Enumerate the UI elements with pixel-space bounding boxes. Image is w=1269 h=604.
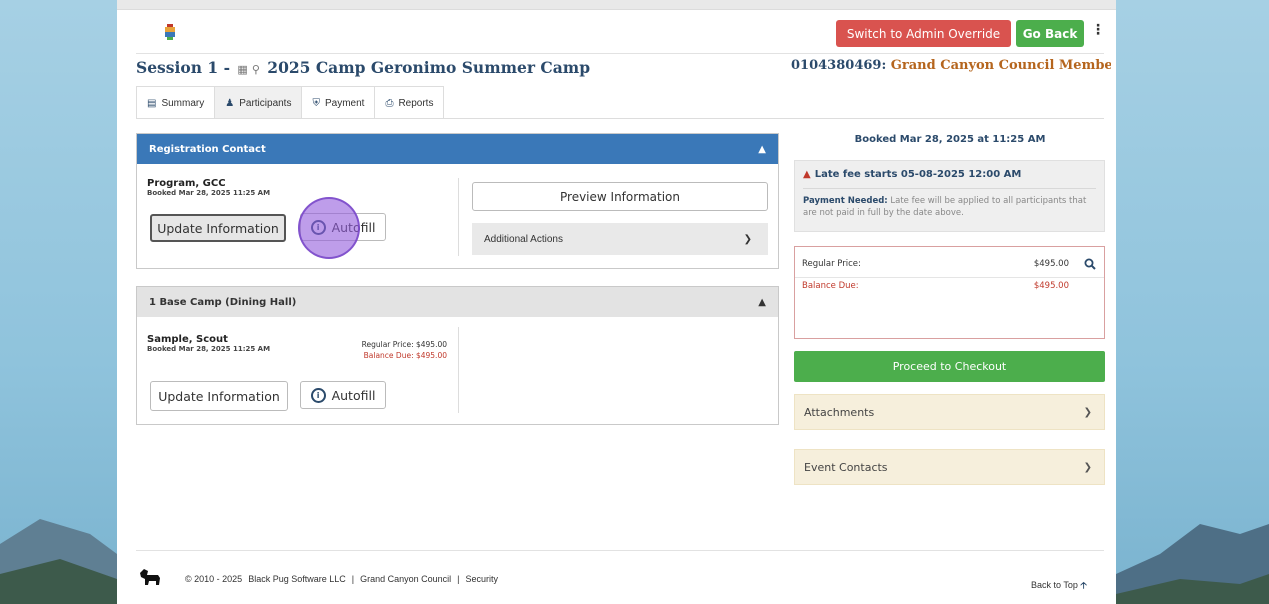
scout-logo-icon	[165, 24, 175, 40]
company-link[interactable]: Black Pug Software LLC	[248, 574, 346, 584]
attachments-accordion[interactable]: Attachments ❯	[794, 394, 1105, 430]
cart-icon: ⛨	[312, 97, 320, 109]
registration-contact-header[interactable]: Registration Contact ▲	[137, 134, 778, 164]
autofill-icon: i	[310, 387, 326, 403]
copyright-text: © 2010 - 2025	[185, 574, 243, 584]
chevron-up-icon[interactable]: ▲	[758, 144, 766, 155]
security-link[interactable]: Security	[466, 574, 499, 584]
account-number: 0104380469:	[791, 58, 887, 73]
price-summary: Regular Price: $495.00 Balance Due: $495…	[794, 246, 1105, 339]
printer-icon: ⎙	[385, 97, 394, 109]
autofill-button[interactable]: i Autofill	[300, 213, 386, 241]
autofill-button[interactable]: i Autofill	[300, 381, 386, 409]
page-title: Session 1 - ▦ ⚲ 2025 Camp Geronimo Summer…	[136, 58, 590, 77]
kebab-icon[interactable]: ⋮	[1091, 22, 1105, 38]
tab-payment[interactable]: ⛨ Payment	[301, 86, 376, 119]
back-to-top-link[interactable]: Back to Top 🡡	[1031, 578, 1087, 594]
additional-actions-dropdown[interactable]: Additional Actions ❯	[472, 223, 768, 255]
footer-divider	[136, 550, 1104, 551]
balance-due-row: Balance Due: $495.00	[795, 278, 1104, 294]
regular-price-label: Regular Price:	[802, 258, 861, 269]
autofill-icon: i	[310, 219, 326, 235]
session-prefix: Session 1 -	[136, 58, 231, 77]
button-label: Autofill	[331, 387, 376, 403]
contact-booked: Booked Mar 28, 2025 11:25 AM	[147, 189, 271, 197]
chevron-down-icon: ❯	[743, 233, 752, 245]
tab-summary[interactable]: ▤ Summary	[136, 86, 216, 119]
balance-due-label: Balance Due:	[802, 281, 859, 291]
tab-reports[interactable]: ⎙ Reports	[374, 86, 445, 119]
preview-information-button[interactable]: Preview Information	[472, 182, 768, 211]
arrow-up-icon: 🡡	[1080, 580, 1087, 590]
person-icon: ♟	[225, 97, 235, 109]
late-fee-title: ▲ Late fee starts 05-08-2025 12:00 AM	[803, 169, 1021, 180]
update-information-button[interactable]: Update Information	[150, 381, 288, 411]
tabs-divider	[136, 118, 1104, 119]
tab-label: Summary	[161, 97, 205, 109]
footer-separator: |	[351, 574, 355, 584]
tab-bar: ▤ Summary ♟ Participants ⛨ Payment ⎙ Rep…	[136, 86, 445, 119]
chevron-down-icon: ❯	[1083, 461, 1092, 473]
participant-booked: Booked Mar 28, 2025 11:25 AM	[147, 345, 271, 353]
participant-prices: Regular Price: $495.00 Balance Due: $495…	[307, 339, 447, 361]
column-divider	[458, 327, 459, 413]
footer: © 2010 - 2025 Black Pug Software LLC | G…	[185, 574, 498, 584]
magnifier-icon[interactable]	[1084, 258, 1096, 270]
regular-price-line: Regular Price: $495.00	[361, 340, 447, 349]
regular-price-value: $495.00	[1033, 258, 1069, 269]
top-strip	[117, 0, 1116, 10]
go-back-button[interactable]: Go Back	[1016, 20, 1084, 47]
header-divider	[136, 53, 1104, 54]
accordion-label: Attachments	[804, 405, 875, 419]
chevron-down-icon: ❯	[1083, 406, 1092, 418]
base-camp-panel: 1 Base Camp (Dining Hall) ▲ Sample, Scou…	[136, 286, 779, 425]
button-label: Autofill	[331, 219, 376, 235]
tab-label: Participants	[239, 97, 292, 109]
balance-due-value: $495.00	[1033, 281, 1069, 291]
booked-at-text: Booked Mar 28, 2025 at 11:25 AM	[854, 134, 1046, 145]
update-information-button[interactable]: Update Information	[150, 214, 286, 242]
late-fee-title-text: Late fee starts 05-08-2025 12:00 AM	[814, 169, 1022, 180]
footer-separator: |	[457, 574, 460, 584]
base-camp-header[interactable]: 1 Base Camp (Dining Hall) ▲	[137, 287, 778, 317]
registration-contact-panel: Registration Contact ▲ Program, GCC Book…	[136, 133, 779, 269]
back-to-top-label: Back to Top	[1031, 580, 1078, 590]
panel-heading: Registration Contact	[149, 143, 266, 155]
council-link[interactable]: Grand Canyon Council	[360, 574, 451, 584]
council-header: 0104380469: Grand Canyon Council Member …	[791, 58, 1111, 73]
button-label: Update Information	[158, 388, 280, 404]
bell-icon: ▲	[803, 169, 811, 180]
event-contacts-accordion[interactable]: Event Contacts ❯	[794, 449, 1105, 485]
summary-icon: ▤	[147, 97, 157, 109]
admin-override-button[interactable]: Switch to Admin Override	[836, 20, 1011, 47]
tab-participants[interactable]: ♟ Participants	[214, 86, 303, 119]
late-fee-notice: ▲ Late fee starts 05-08-2025 12:00 AM Pay…	[794, 160, 1105, 232]
button-label: Update Information	[157, 220, 279, 236]
panel-heading: 1 Base Camp (Dining Hall)	[149, 296, 297, 308]
participant-name: Sample, Scout	[147, 334, 228, 345]
accordion-label: Event Contacts	[804, 460, 888, 474]
late-fee-divider	[803, 188, 1096, 189]
balance-due-line: Balance Due: $495.00	[363, 351, 447, 360]
column-divider	[458, 178, 459, 256]
proceed-to-checkout-button[interactable]: Proceed to Checkout	[794, 351, 1105, 382]
council-name: Grand Canyon Council Member of	[890, 58, 1111, 73]
calendar-icon: ▦	[237, 63, 248, 76]
black-pug-logo-icon	[140, 569, 160, 585]
map-pin-icon: ⚲	[251, 63, 260, 76]
regular-price-row: Regular Price: $495.00	[795, 250, 1104, 278]
contact-name: Program, GCC	[147, 178, 226, 189]
session-title-text: 2025 Camp Geronimo Summer Camp	[267, 58, 591, 77]
chevron-up-icon[interactable]: ▲	[758, 297, 766, 308]
dropdown-label: Additional Actions	[484, 233, 563, 245]
tab-label: Reports	[398, 97, 434, 109]
payment-needed-label: Payment Needed:	[803, 196, 888, 206]
main-page: Switch to Admin Override Go Back ⋮ Sessi…	[117, 0, 1116, 604]
tab-label: Payment	[324, 97, 365, 109]
payment-needed-message: Payment Needed: Late fee will be applied…	[803, 195, 1099, 219]
